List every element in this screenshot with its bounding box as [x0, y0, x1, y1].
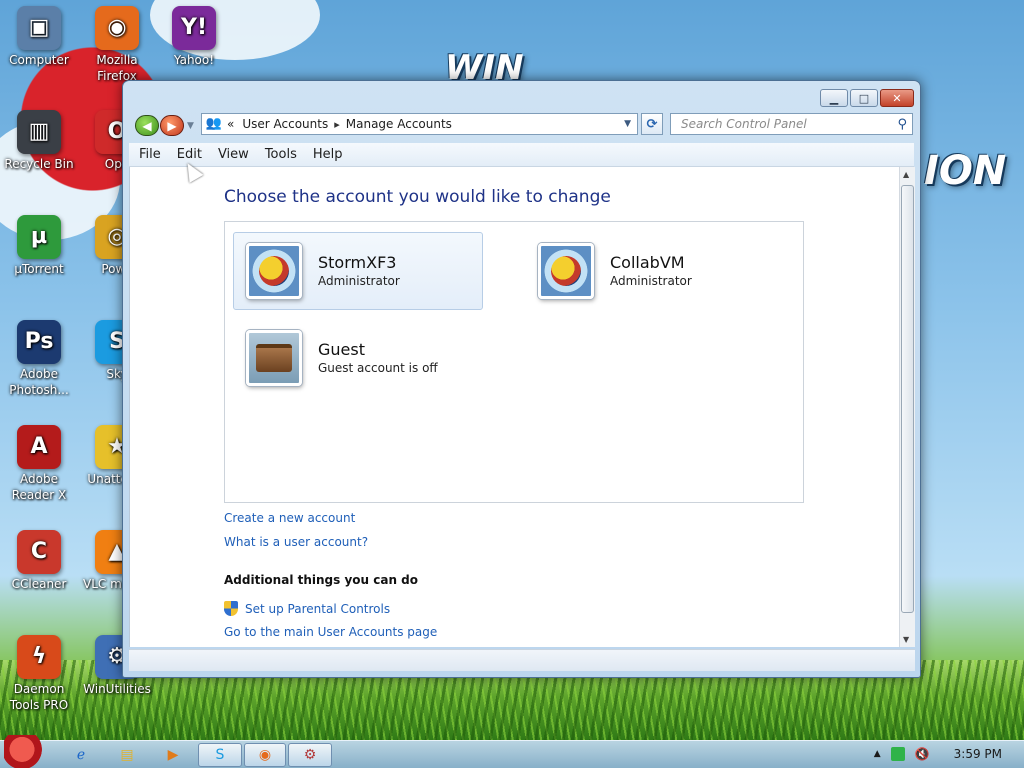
account-role: Administrator	[318, 274, 400, 288]
breadcrumb-manage-accounts[interactable]: Manage Accounts	[346, 117, 452, 131]
desktop-icon-image: ◉	[95, 6, 139, 50]
menu-view[interactable]: View	[218, 147, 249, 162]
desktop-icon-label: Computer	[9, 53, 69, 67]
address-dropdown-icon[interactable]: ▼	[624, 119, 631, 129]
media-player-icon[interactable]: ▶	[156, 743, 190, 767]
desktop-icon-label: CCleaner	[11, 577, 67, 591]
manage-accounts-window: ▁ □ ✕ ◀ ▶ ▼ 👥 « User Accounts ▸ Manage A…	[122, 80, 921, 678]
account-tile-stormxf3[interactable]: StormXF3 Administrator	[233, 232, 483, 310]
menu-tools[interactable]: Tools	[265, 147, 297, 162]
show-hidden-icons-icon[interactable]: ▲	[874, 749, 881, 759]
user-accounts-icon: 👥	[205, 116, 223, 131]
account-role: Guest account is off	[318, 361, 438, 375]
firefox-icon[interactable]: ◉	[244, 743, 286, 767]
what-is-user-account-link[interactable]: What is a user account?	[224, 535, 368, 549]
desktop-icon-image: µ	[17, 215, 61, 259]
explorer-folder-icon[interactable]: ▤	[110, 743, 144, 767]
content-pane: Choose the account you would like to cha…	[129, 167, 915, 647]
refresh-button[interactable]: ⟳	[641, 113, 663, 135]
desktop-icon-label: Daemon Tools PRO	[9, 682, 69, 712]
account-name: StormXF3	[318, 253, 397, 272]
desktop-icon[interactable]: ϟ Daemon Tools PRO	[0, 635, 78, 713]
search-input[interactable]: Search Control Panel ⚲	[670, 113, 913, 135]
desktop-icon-label: Recycle Bin	[4, 157, 74, 171]
background-wordmark: ION	[924, 148, 1007, 194]
search-placeholder: Search Control Panel	[681, 117, 807, 131]
desktop-icon-image: Ps	[17, 320, 61, 364]
desktop-icon-image: C	[17, 530, 61, 574]
clock[interactable]: 3:59 PM	[954, 747, 1002, 761]
start-button[interactable]	[4, 735, 44, 768]
create-account-link[interactable]: Create a new account	[224, 511, 355, 525]
account-name: Guest	[318, 340, 365, 359]
desktop-icon-image: ▥	[17, 110, 61, 154]
account-avatar	[246, 243, 302, 299]
desktop-icon-label: WinUtilities	[83, 682, 151, 696]
address-bar[interactable]: 👥 « User Accounts ▸ Manage Accounts ▼	[201, 113, 638, 135]
internet-explorer-icon[interactable]: ℯ	[64, 743, 98, 767]
status-bar	[129, 649, 915, 671]
page-title: Choose the account you would like to cha…	[224, 187, 611, 207]
desktop-icon[interactable]: ◉ Mozilla Firefox	[78, 6, 156, 84]
close-button[interactable]: ✕	[880, 89, 914, 107]
address-root-chevron[interactable]: «	[227, 117, 234, 131]
desktop-icon-image: A	[17, 425, 61, 469]
account-avatar	[246, 330, 302, 386]
account-avatar	[538, 243, 594, 299]
menu-edit[interactable]: Edit	[177, 147, 202, 162]
back-button[interactable]: ◀	[135, 115, 159, 136]
taskbar: ℯ ▤ ▶ S ◉ ⚙ ▲ 🔇 3:59 PM	[0, 735, 1024, 768]
desktop-icon[interactable]: µ µTorrent	[0, 215, 78, 277]
control-panel-icon[interactable]: ⚙	[288, 743, 332, 767]
menu-file[interactable]: File	[139, 147, 161, 162]
scroll-up-icon[interactable]: ▲	[903, 170, 909, 179]
skype-icon[interactable]: S	[198, 743, 242, 767]
menu-help[interactable]: Help	[313, 147, 343, 162]
navigation-buttons: ◀ ▶ ▼	[135, 115, 194, 136]
window-controls: ▁ □ ✕	[820, 89, 914, 107]
desktop-icon-label: Adobe Reader X	[11, 472, 67, 502]
breadcrumb-user-accounts[interactable]: User Accounts	[242, 117, 328, 131]
shield-icon	[224, 601, 238, 616]
account-name: CollabVM	[610, 253, 685, 272]
desktop-icon[interactable]: ▣ Computer	[0, 6, 78, 68]
forward-button[interactable]: ▶	[160, 115, 184, 136]
minimize-button[interactable]: ▁	[820, 89, 848, 107]
parental-controls-link[interactable]: Set up Parental Controls	[224, 601, 390, 616]
desktop-icon-label: Adobe Photosh...	[9, 367, 69, 397]
network-icon[interactable]	[890, 747, 905, 761]
desktop-icon[interactable]: A Adobe Reader X	[0, 425, 78, 503]
desktop-icon[interactable]: ▥ Recycle Bin	[0, 110, 78, 172]
scroll-thumb[interactable]	[901, 185, 914, 613]
menu-bar: File Edit View Tools Help	[129, 143, 914, 167]
volume-muted-icon[interactable]: 🔇	[915, 747, 930, 761]
desktop-icon-label: Yahoo!	[173, 53, 215, 67]
desktop-icon[interactable]: Ps Adobe Photosh...	[0, 320, 78, 398]
desktop-icon-image: ▣	[17, 6, 61, 50]
system-tray: ▲ 🔇 3:59 PM	[874, 747, 1002, 761]
parental-controls-label: Set up Parental Controls	[245, 602, 391, 616]
maximize-button[interactable]: □	[850, 89, 878, 107]
desktop-icon-image: ϟ	[17, 635, 61, 679]
desktop-icon[interactable]: Y! Yahoo!	[155, 6, 233, 68]
account-role: Administrator	[610, 274, 692, 288]
desktop-icon-image: Y!	[172, 6, 216, 50]
accounts-list: StormXF3 Administrator CollabVM Administ…	[224, 221, 804, 503]
desktop-icon[interactable]: C CCleaner	[0, 530, 78, 592]
desktop-icon-label: µTorrent	[14, 262, 64, 276]
search-icon[interactable]: ⚲	[897, 117, 907, 132]
additional-heading: Additional things you can do	[224, 573, 419, 587]
breadcrumb-separator-icon[interactable]: ▸	[334, 118, 340, 131]
recent-pages-dropdown-icon[interactable]: ▼	[187, 121, 194, 131]
account-tile-collabvm[interactable]: CollabVM Administrator	[525, 232, 775, 310]
account-tile-guest[interactable]: Guest Guest account is off	[233, 319, 483, 397]
vertical-scrollbar[interactable]: ▲ ▼	[899, 167, 915, 647]
scroll-down-icon[interactable]: ▼	[903, 635, 909, 644]
main-user-accounts-link[interactable]: Go to the main User Accounts page	[224, 625, 437, 639]
